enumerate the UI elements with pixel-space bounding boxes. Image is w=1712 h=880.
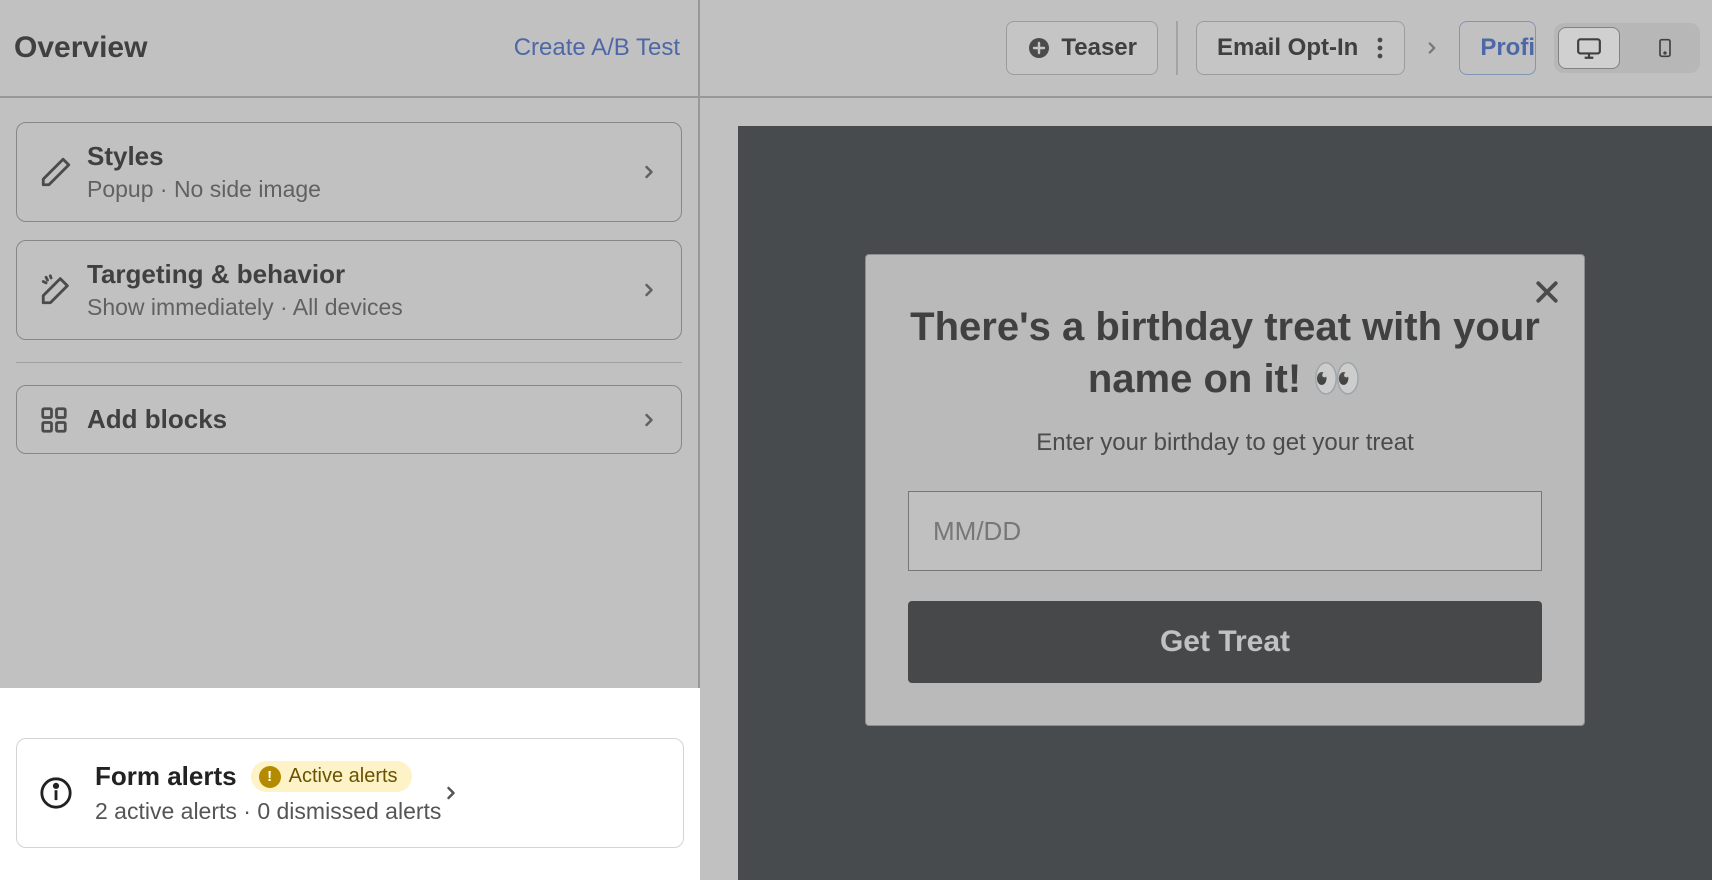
close-icon[interactable] (1532, 277, 1562, 307)
kebab-icon[interactable] (1376, 36, 1384, 60)
get-treat-button[interactable]: Get Treat (908, 601, 1542, 683)
birthday-input[interactable] (908, 491, 1542, 571)
form-alerts-card[interactable]: Form alerts ! Active alerts 2 active ale… (16, 738, 684, 848)
styles-sub: Popup · No side image (87, 176, 659, 203)
active-alerts-label: Active alerts (289, 765, 398, 788)
styles-title: Styles (87, 141, 659, 172)
wand-icon (39, 273, 87, 307)
chevron-right-icon (639, 276, 659, 304)
popup-subtext: Enter your birthday to get your treat (908, 429, 1542, 457)
teaser-button[interactable]: Teaser (1006, 21, 1158, 75)
add-blocks-title: Add blocks (87, 404, 659, 435)
alert-dot-icon: ! (259, 766, 281, 788)
separator (1176, 21, 1178, 75)
info-icon (39, 776, 95, 810)
email-optin-label: Email Opt-In (1217, 34, 1358, 62)
styles-card[interactable]: Styles Popup · No side image (16, 122, 682, 222)
form-alerts-zone: Form alerts ! Active alerts 2 active ale… (0, 688, 700, 880)
mobile-toggle[interactable] (1634, 27, 1696, 69)
create-ab-test-link[interactable]: Create A/B Test (514, 34, 680, 62)
plus-circle-icon (1027, 36, 1051, 60)
targeting-card[interactable]: Targeting & behavior Show immediately · … (16, 240, 682, 340)
pencil-icon (39, 155, 87, 189)
form-alerts-sub: 2 active alerts · 0 dismissed alerts (95, 798, 441, 825)
targeting-sub: Show immediately · All devices (87, 294, 659, 321)
popup-headline: There's a birthday treat with your name … (908, 301, 1542, 405)
desktop-icon (1574, 35, 1604, 61)
chevron-right-icon (441, 779, 461, 807)
preview-topbar: Teaser Email Opt-In Profi (700, 0, 1712, 98)
popup-preview: There's a birthday treat with your name … (865, 254, 1585, 726)
targeting-title: Targeting & behavior (87, 259, 659, 290)
mobile-icon (1655, 33, 1675, 63)
form-alerts-title: Form alerts (95, 761, 237, 792)
page-title: Overview (14, 31, 147, 65)
divider (16, 362, 682, 363)
preview-canvas: There's a birthday treat with your name … (738, 126, 1712, 880)
add-blocks-card[interactable]: Add blocks (16, 385, 682, 454)
overview-header: Overview Create A/B Test (0, 0, 698, 98)
blocks-icon (39, 405, 87, 435)
teaser-label: Teaser (1061, 34, 1137, 62)
profile-button[interactable]: Profi (1459, 21, 1536, 75)
active-alerts-badge: ! Active alerts (251, 761, 412, 792)
email-optin-button[interactable]: Email Opt-In (1196, 21, 1405, 75)
profile-label: Profi (1480, 34, 1535, 62)
chevron-right-icon (639, 406, 659, 434)
chevron-right-icon[interactable] (1423, 35, 1441, 61)
chevron-right-icon (639, 158, 659, 186)
desktop-toggle[interactable] (1558, 27, 1620, 69)
device-toggle (1554, 23, 1700, 73)
preview-panel: Teaser Email Opt-In Profi (700, 0, 1712, 880)
